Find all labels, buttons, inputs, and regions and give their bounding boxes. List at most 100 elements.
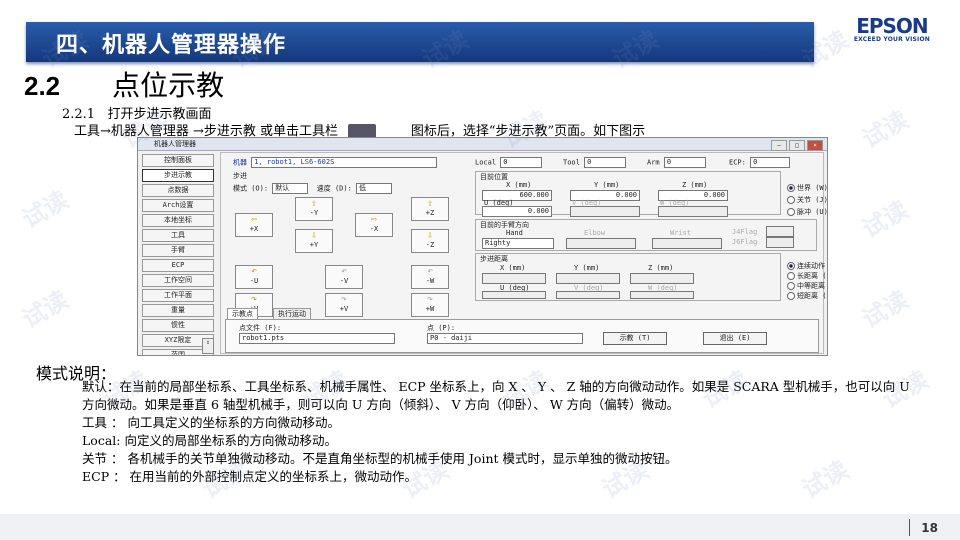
- desc-tool: 工具 ： 向工具定义的坐标系的方向微动移动。: [82, 415, 340, 430]
- jog-label: +W: [425, 305, 435, 313]
- rotate-icon: ↷: [340, 294, 348, 305]
- tool-row: Tool 0: [563, 157, 627, 168]
- desc-joint: 关节 ： 各机械手的关节单独微动移动。不是直角坐标型的机械手使用 Joint 模…: [82, 451, 678, 466]
- jog-minus-y-button[interactable]: ⇧ -Y: [295, 197, 333, 221]
- tool-label: Tool: [563, 158, 580, 167]
- rotate-icon: ↷: [250, 294, 258, 305]
- jog-minus-x-button[interactable]: ⇨ -X: [355, 213, 393, 237]
- j4flag-label: J4Flag: [732, 228, 758, 236]
- mode-select[interactable]: 默认: [272, 183, 309, 194]
- point-select[interactable]: P0 - daiji: [427, 333, 583, 344]
- dist-short-radio[interactable]: 短距离 (S): [787, 291, 827, 301]
- dist-y-header: Y (mm): [574, 264, 600, 272]
- point-file-select[interactable]: robot1.pts: [239, 333, 395, 344]
- jog-distance-group: 步进距离 X (mm) Y (mm) Z (mm) U (deg) V (deg…: [475, 253, 781, 301]
- jog-label: +Y: [309, 241, 319, 249]
- speed-select[interactable]: 低: [356, 183, 393, 194]
- nav-arch[interactable]: Arch设置: [142, 199, 214, 212]
- radio-icon: [787, 272, 795, 280]
- ecp-select[interactable]: 0: [750, 157, 791, 168]
- jog-minus-v-button[interactable]: ↶ -V: [325, 265, 363, 289]
- local-select[interactable]: 0: [500, 157, 543, 168]
- tab-teach-points[interactable]: 示教点: [227, 308, 258, 319]
- jog-minus-w-button[interactable]: ↶ -W: [411, 265, 449, 289]
- jog-label: +Z: [425, 209, 435, 217]
- watermark: 试读: [857, 285, 914, 334]
- jog-label: -Z: [425, 241, 435, 249]
- jog-label: -X: [369, 225, 379, 233]
- arm-select[interactable]: 0: [663, 157, 706, 168]
- jog-plus-z-button[interactable]: ⇧ +Z: [411, 197, 449, 221]
- jog-plus-w-button[interactable]: ↷ +W: [411, 293, 449, 317]
- nav-scroll-icon[interactable]: ⇕: [202, 338, 214, 354]
- nav-workspace[interactable]: 工作空间: [142, 274, 214, 287]
- jog-plus-x-button[interactable]: ⇦ +X: [235, 213, 273, 237]
- nav-control-panel[interactable]: 控制面板: [142, 154, 214, 167]
- local-row: Local 0: [475, 157, 543, 168]
- section-title: 点位示教: [112, 69, 225, 102]
- nav-jog-teach[interactable]: 步进示教: [142, 169, 214, 182]
- exit-button[interactable]: 退出 (E): [703, 332, 767, 345]
- radio-icon: [787, 196, 795, 204]
- nav-arm[interactable]: 手臂: [142, 244, 214, 257]
- coord-pulse-radio[interactable]: 脉冲 (U): [787, 207, 827, 217]
- dist-long-radio[interactable]: 长距离 (L): [787, 271, 827, 281]
- coord-world-radio[interactable]: 世界 (W): [787, 183, 828, 193]
- elbow-header: Elbow: [584, 229, 606, 237]
- watermark: 试读: [17, 285, 74, 334]
- hand-field: Righty: [482, 238, 554, 249]
- speed-label: 速度 (D):: [316, 184, 352, 193]
- minimize-icon[interactable]: –: [771, 140, 787, 151]
- watermark: 试读: [17, 185, 74, 234]
- coord-joint-radio[interactable]: 关节 (J): [787, 195, 827, 205]
- teach-button[interactable]: 示教 (T): [603, 332, 667, 345]
- rotate-icon: ↶: [250, 266, 258, 277]
- nav-workplane[interactable]: 工作平面: [142, 289, 214, 302]
- dist-z-field: [630, 273, 694, 284]
- logo-brand: EPSON: [856, 14, 928, 38]
- close-icon[interactable]: ×: [807, 140, 823, 151]
- wrist-field: [652, 238, 722, 249]
- nav-tool[interactable]: 工具: [142, 229, 214, 242]
- robot-select[interactable]: 1, robot1, LS6-602S: [251, 157, 438, 168]
- arrow-up-icon: ⇧: [310, 198, 318, 209]
- jog-group-label: 步进: [233, 172, 247, 180]
- jog-plus-y-button[interactable]: ⇩ +Y: [295, 229, 333, 253]
- jog-minus-u-button[interactable]: ↶ -U: [235, 265, 273, 289]
- j6flag-field: [766, 237, 794, 248]
- tab-execute-motion[interactable]: 执行运动: [273, 308, 311, 319]
- nav-points[interactable]: 点数据: [142, 184, 214, 197]
- dist-continuous-radio[interactable]: 连续动作 (C): [787, 261, 827, 271]
- tool-select[interactable]: 0: [584, 157, 627, 168]
- arrow-right-icon: ⇨: [370, 214, 378, 225]
- jog-minus-z-button[interactable]: ⇩ -Z: [411, 229, 449, 253]
- dist-medium-radio[interactable]: 中等距离 (M): [787, 281, 827, 291]
- maximize-icon[interactable]: □: [789, 140, 805, 151]
- nav-local[interactable]: 本地坐标: [142, 214, 214, 227]
- pos-v-field: [570, 206, 640, 217]
- watermark: 试读: [857, 105, 914, 154]
- radio-label: 世界 (W): [797, 184, 828, 192]
- arrow-left-icon: ⇦: [250, 214, 258, 225]
- j4flag-field: [766, 226, 794, 237]
- radio-label: 长距离 (L): [797, 272, 827, 280]
- nav-inertia[interactable]: 惯性: [142, 319, 214, 332]
- nav-weight[interactable]: 重量: [142, 304, 214, 317]
- window-title: 机器人管理器: [154, 140, 196, 148]
- section-heading: 2.2 点位示教: [24, 64, 224, 104]
- dist-u-field: [482, 291, 546, 299]
- radio-icon: [787, 184, 795, 192]
- ecp-label: ECP:: [729, 158, 746, 167]
- footer-bar: [0, 514, 960, 540]
- jog-label: +V: [339, 305, 349, 313]
- window-titlebar: 机器人管理器 – □ ×: [138, 138, 827, 151]
- jog-distance-label: 步进距离: [480, 255, 508, 263]
- nav-ecp[interactable]: ECP: [142, 259, 214, 272]
- jog-label: -Y: [309, 209, 319, 217]
- jog-label: +X: [249, 225, 259, 233]
- jog-plus-v-button[interactable]: ↷ +V: [325, 293, 363, 317]
- pos-w-field: [658, 206, 728, 217]
- epson-logo: EPSON EXCEED YOUR VISION: [854, 14, 930, 43]
- arm-label: Arm: [647, 158, 660, 167]
- page-divider: [909, 519, 910, 536]
